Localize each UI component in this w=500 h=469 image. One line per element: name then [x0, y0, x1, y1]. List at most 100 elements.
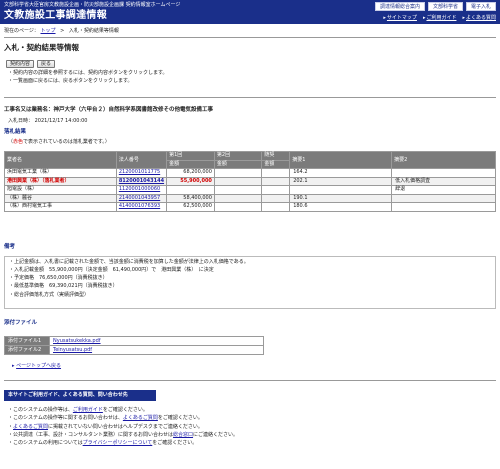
user-guide-link[interactable]: ご利用ガイド — [426, 15, 456, 21]
col-header-company: 業者名 — [4, 151, 117, 169]
company-name: 旭電設（株） — [4, 185, 117, 195]
corp-no-link[interactable]: 1120001000060 — [119, 186, 160, 192]
note2 — [391, 168, 496, 178]
col-subheader-amount: 金額 — [166, 159, 215, 169]
bid-result-heading: 落札結果 — [4, 129, 27, 135]
table-row: （株）麓谷 2140001043957 58,400,000 190.1 — [4, 193, 496, 203]
attachment-file-link[interactable]: Teinyusatsu.pdf — [53, 347, 92, 353]
info-text: このシステムの操作等は、 — [13, 407, 73, 413]
page-title: 入札・契約結果等情報 — [4, 43, 79, 52]
info-item: よくあるご質問に掲載されていない問い合わせはヘルプデスクまでご連絡ください。 — [8, 424, 238, 431]
header-links: ▸サイトマップ ▸ご利用ガイド ▸よくある質問 — [383, 15, 496, 22]
bid-result-table: 業者名 法人番号 第1回 第2回 随契 摘要1 摘要2 金額 金額 金額 浜田電… — [4, 151, 496, 212]
breadcrumb-current: 入札・契約結果等情報 — [68, 28, 119, 34]
note1: 202.1 — [289, 176, 393, 186]
note1: 164.2 — [289, 168, 393, 178]
round1-amount: 68,200,000 — [166, 168, 215, 178]
site-header: 文部科学省大臣官房文教施設企画・防災部施設企画課 契約情報室ホームページ 文教施… — [0, 0, 500, 24]
table-row: （株）西村電気工事 4140001076393 62,500,000 180.6 — [4, 202, 496, 212]
faq-link[interactable]: よくある質問 — [466, 15, 496, 21]
remark-line: ・最低基準価格 69,390,021円（消費税抜き） — [9, 283, 118, 290]
remark-line: ・上記金額は、入札書に記載された金額で、当該金額に消費税を加算した金額が法律上の… — [9, 259, 249, 265]
contract-name: 工事名又は業務名：神戸大学（六甲台２）自然科学系図書館改修その他電気設備工事 — [4, 107, 214, 113]
faq-link[interactable]: よくあるご質問 — [13, 424, 48, 430]
attachment-label: 添付ファイル1 — [4, 336, 50, 346]
legend-suffix: で表示されているのは落札業者です。） — [23, 139, 110, 145]
zuikei-amount — [261, 176, 291, 186]
note-item: 一覧画面に戻るには、戻るボタンをクリックします。 — [8, 78, 168, 85]
arrow-right-icon: ▸ — [462, 15, 465, 21]
note2: 辞退 — [391, 185, 496, 195]
page-top-link-wrap: ▸ ページトップへ戻る — [12, 363, 61, 370]
note1: 180.6 — [289, 202, 393, 212]
divider — [4, 37, 496, 38]
header-subtitle: 文部科学省大臣官房文教施設企画・防災部施設企画課 契約情報室ホームページ — [4, 2, 181, 8]
arrow-right-icon: ▸ — [383, 15, 386, 21]
sitemap-link[interactable]: サイトマップ — [387, 15, 417, 21]
divider — [4, 380, 496, 381]
back-button[interactable]: 戻る — [37, 60, 56, 68]
contract-detail-button[interactable]: 契約内容 — [6, 60, 35, 68]
note1 — [289, 185, 393, 195]
info-text: このシステムの利用については — [13, 440, 83, 446]
legend-red-text: 赤色 — [13, 139, 24, 145]
attachments-heading: 添付ファイル — [4, 320, 38, 326]
note2 — [391, 202, 496, 212]
remarks-box: ・上記金額は、入札書に記載された金額で、当該金額に消費税を加算した金額が法律上の… — [4, 256, 496, 309]
attachment-cell: Nyusatsukekka.pdf — [49, 336, 264, 346]
corp-no-link[interactable]: 8120001043144 — [119, 178, 164, 184]
zuikei-amount — [261, 202, 291, 212]
remark-line: ・入札記載金額 55,900,000円（決定金額 61,490,000円）で 港… — [9, 267, 214, 274]
col-header-round2: 第2回 — [213, 151, 263, 161]
site-title[interactable]: 文教施設工事調達情報 — [4, 9, 107, 23]
col-header-zuikei: 随契 — [261, 151, 291, 161]
breadcrumb-separator-icon: > — [60, 28, 65, 34]
header-buttons: 調達情報総合案内 文部科学省 電子入札 — [374, 2, 496, 11]
info-item: このシステムの操作等に関するお問い合わせは、よくあるご質問をご確認ください。 — [8, 415, 238, 422]
procurement-guide-button[interactable]: 調達情報総合案内 — [374, 2, 425, 11]
breadcrumb-label: 現在のページ： — [4, 28, 39, 34]
corp-no-link[interactable]: 2140001043957 — [119, 195, 160, 201]
info-text: にご連絡ください。 — [193, 431, 238, 438]
table-row-winner: 港田興業（株）（落札業者） 8120001043144 55,900,000 2… — [4, 176, 496, 186]
faq-link[interactable]: よくあるご質問 — [123, 415, 158, 421]
round2-amount — [213, 185, 263, 195]
zuikei-amount — [261, 185, 291, 195]
remarks-heading: 備考 — [4, 244, 16, 250]
corp-no-link[interactable]: 4140001076393 — [119, 203, 160, 209]
corp-no-link[interactable]: 2120001011775 — [119, 169, 160, 175]
e-bidding-button[interactable]: 電子入札 — [465, 2, 496, 11]
remark-line: ・総合評価落札方式（実績評価型） — [9, 291, 90, 298]
breadcrumb-top-link[interactable]: トップ — [41, 28, 56, 34]
info-item: このシステムの操作等は、ご利用ガイドをご確認ください。 — [8, 407, 238, 414]
col-header-corp-no: 法人番号 — [115, 151, 168, 169]
attachment-row: 添付ファイル2 Teinyusatsu.pdf — [4, 345, 264, 355]
zuikei-amount — [261, 168, 291, 178]
note2 — [391, 193, 496, 203]
info-text: をご確認ください。 — [152, 440, 198, 446]
general-contact-link[interactable]: 総合窓口 — [173, 432, 193, 438]
winner-legend: （赤色で表示されているのは落札業者です。） — [8, 139, 110, 146]
round1-amount: 55,900,000 — [166, 176, 215, 186]
table-row: 旭電設（株） 1120001000060 辞退 — [4, 185, 496, 195]
privacy-policy-link[interactable]: プライバシーポリシーについて — [83, 440, 153, 446]
user-guide-link[interactable]: ご利用ガイド — [73, 407, 103, 413]
col-subheader-amount: 金額 — [213, 159, 263, 169]
round2-amount — [213, 168, 263, 178]
round1-amount: 58,400,000 — [166, 193, 215, 203]
note2: 低入札価格調査 — [391, 176, 496, 186]
attachment-cell: Teinyusatsu.pdf — [49, 345, 264, 355]
bid-date: 入札日時： 2021/12/17 14:00:00 — [8, 118, 87, 125]
mext-button[interactable]: 文部科学省 — [427, 2, 463, 11]
arrow-right-icon: ▸ — [12, 363, 15, 369]
col-subheader-amount: 金額 — [261, 159, 291, 169]
company-name: 浜田電気工業（株） — [4, 168, 117, 178]
page-top-link[interactable]: ページトップへ戻る — [16, 363, 61, 369]
info-item: このシステムの利用についてはプライバシーポリシーについてをご確認ください。 — [8, 440, 238, 447]
attachment-file-link[interactable]: Nyusatsukekka.pdf — [53, 338, 101, 344]
company-name: 港田興業（株）（落札業者） — [4, 176, 117, 186]
table-header-row: 業者名 法人番号 第1回 第2回 随契 摘要1 摘要2 — [4, 151, 496, 169]
col-header-round1: 第1回 — [166, 151, 215, 161]
table-row: 浜田電気工業（株） 2120001011775 68,200,000 164.2 — [4, 168, 496, 178]
info-item: 公共調達（工事、設計・コンサルタント業務）に関するお問い合わせは総合窓口にご連絡… — [8, 432, 238, 439]
